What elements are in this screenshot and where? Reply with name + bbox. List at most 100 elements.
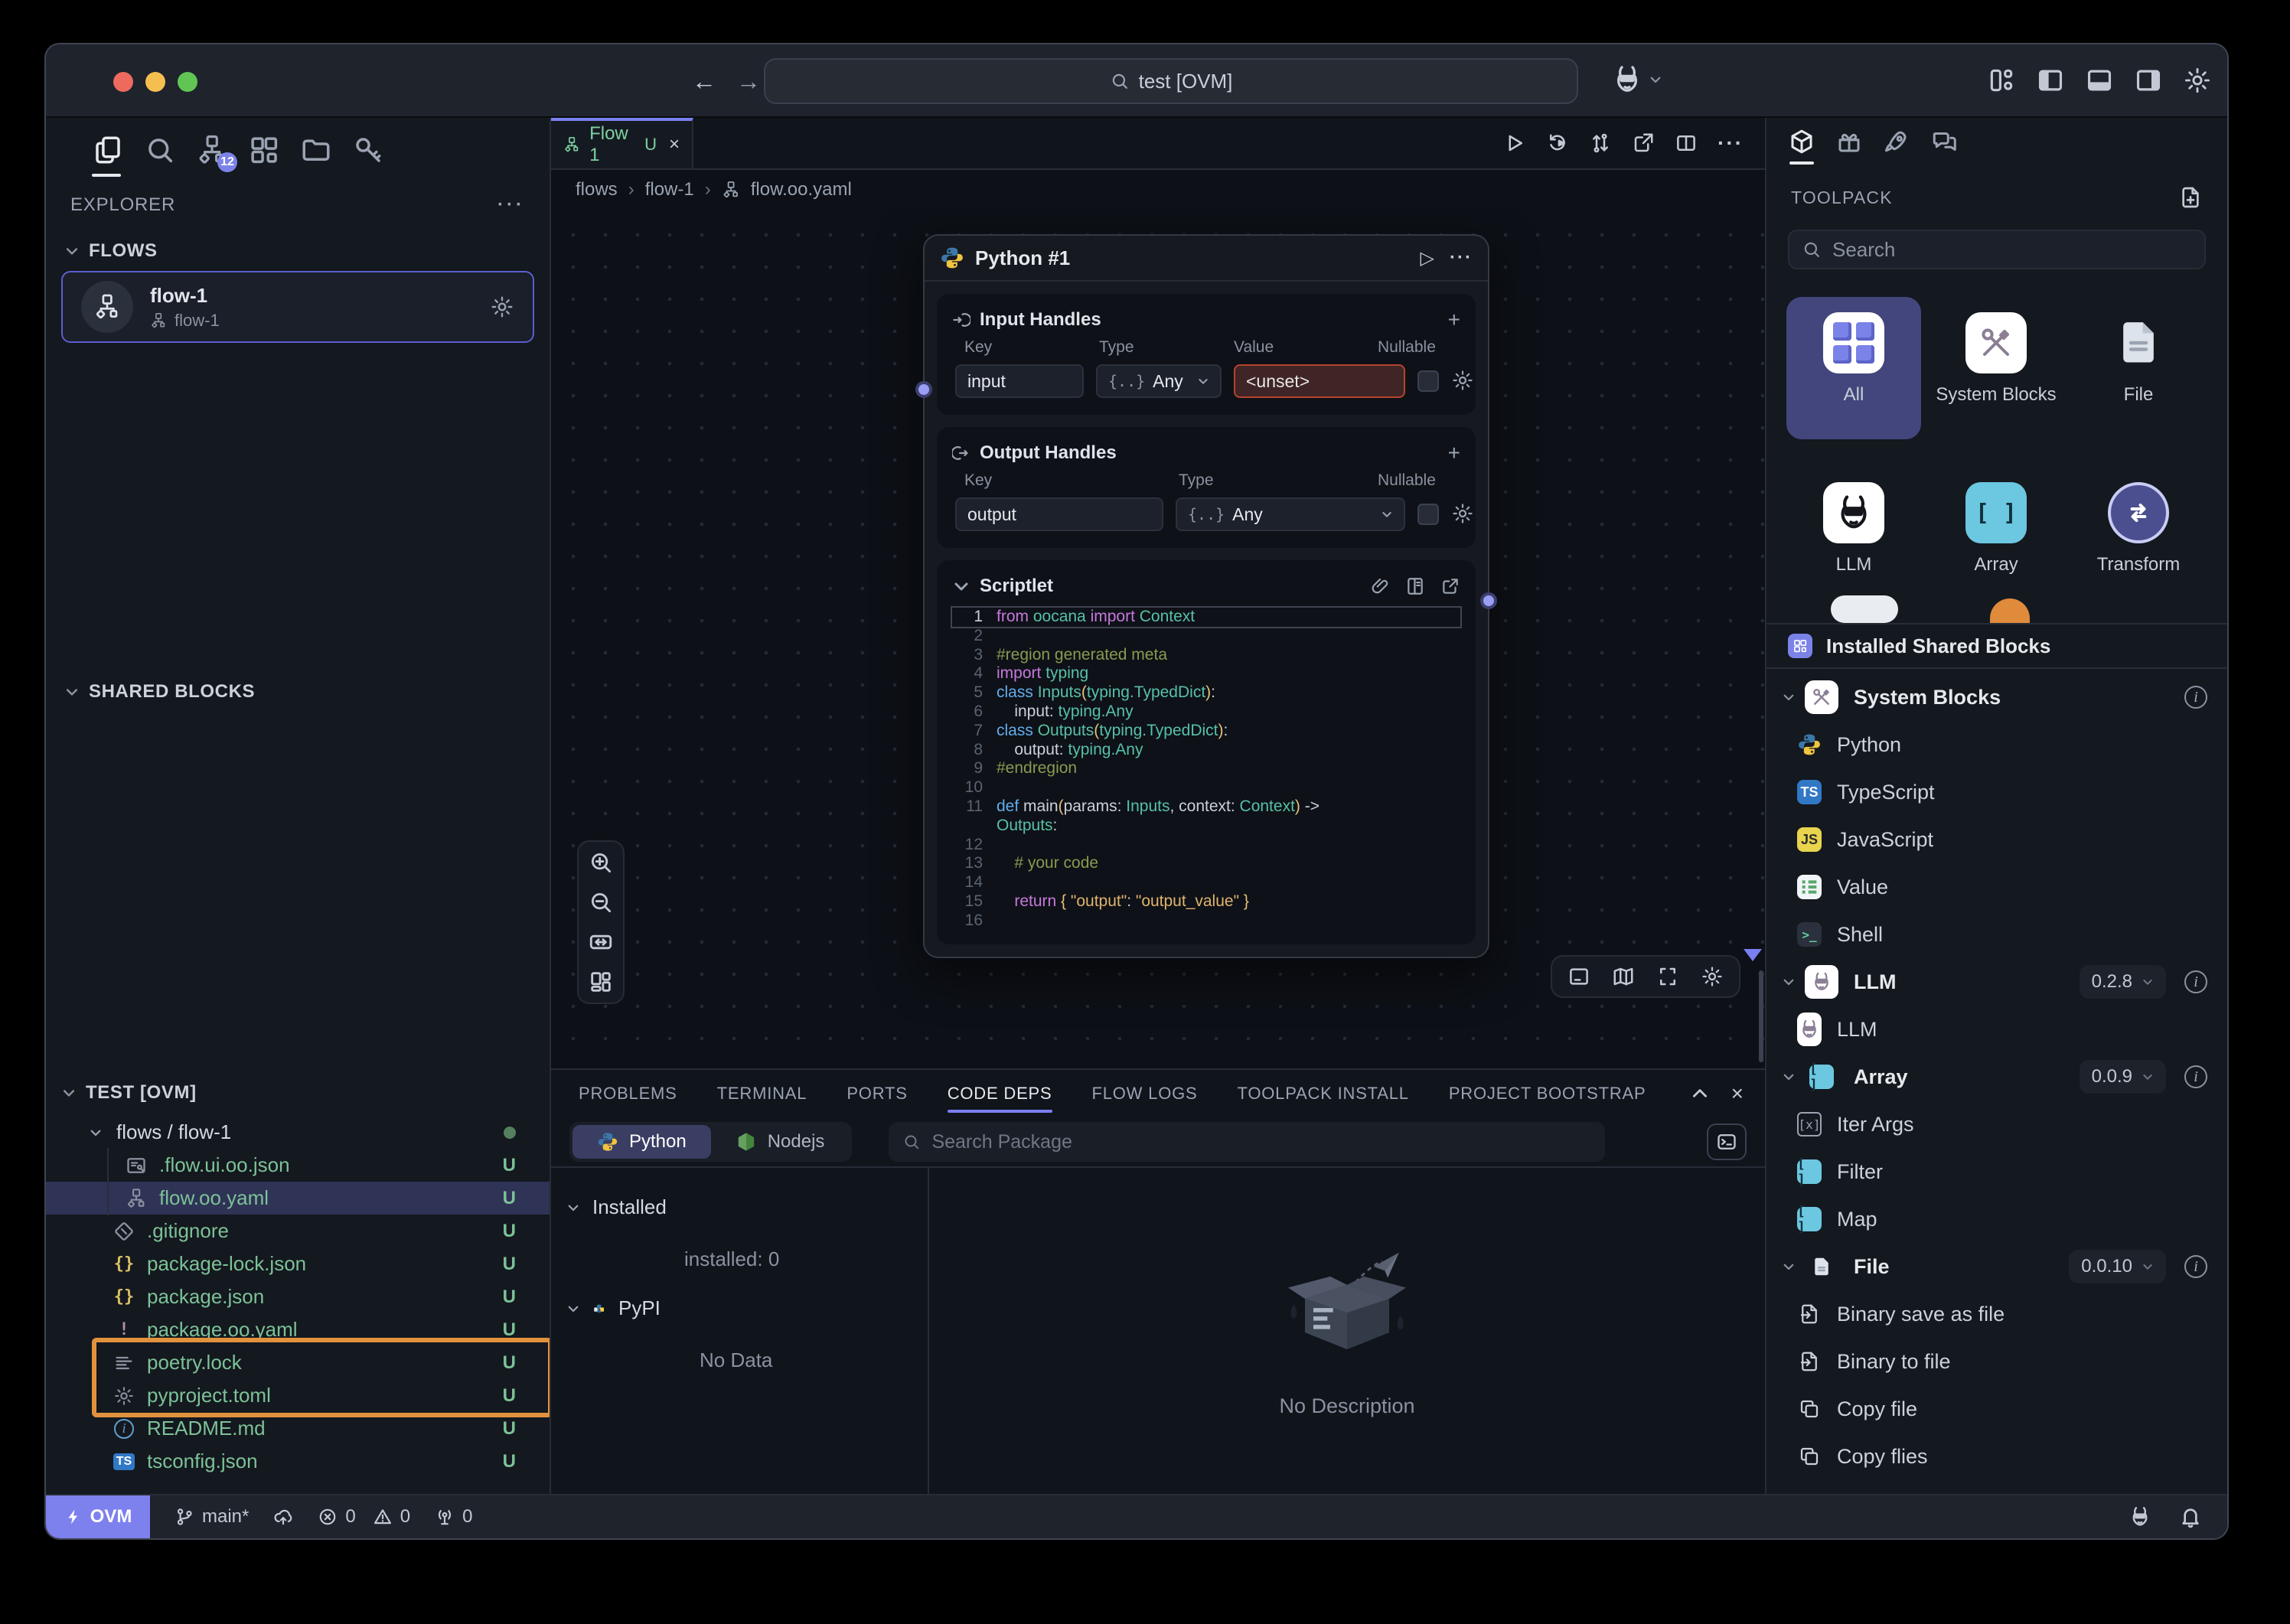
ports-status[interactable]: 0: [435, 1506, 472, 1528]
node-run-icon[interactable]: ▷: [1421, 247, 1434, 269]
fit-view-button[interactable]: [588, 929, 614, 955]
shared-blocks-section-header[interactable]: SHARED BLOCKS: [64, 681, 255, 703]
block-group-system-blocks[interactable]: System Blocksi: [1766, 673, 2227, 721]
toggle-bottom-panel-button[interactable]: [2085, 66, 2114, 95]
minimap-button[interactable]: [1612, 965, 1635, 988]
installed-section-header[interactable]: Installed: [566, 1195, 667, 1219]
minimize-window-button[interactable]: [145, 72, 165, 92]
flow-canvas[interactable]: Python #1 ▷ ··· Input Handles +: [551, 210, 1765, 1068]
problems-status[interactable]: 0 0: [318, 1506, 410, 1528]
input-type-select[interactable]: {..}Any: [1096, 364, 1222, 398]
tab-deploy[interactable]: [1883, 128, 1910, 155]
back-button[interactable]: ←: [687, 64, 721, 98]
input-nullable-checkbox[interactable]: [1417, 370, 1439, 392]
panel-tab-ports[interactable]: PORTS: [847, 1070, 907, 1117]
add-input-handle-button[interactable]: +: [1448, 308, 1460, 332]
breadcrumb-item[interactable]: flow.oo.yaml: [751, 179, 852, 201]
block-item-typescript[interactable]: TSTypeScript: [1766, 768, 2227, 816]
block-group-llm[interactable]: LLM0.2.8i: [1766, 958, 2227, 1006]
canvas-scrollbar[interactable]: [1759, 970, 1763, 1062]
toolpack-search-input[interactable]: Search: [1788, 230, 2206, 269]
node-more-icon[interactable]: ···: [1450, 247, 1473, 269]
close-window-button[interactable]: [113, 72, 133, 92]
maximize-window-button[interactable]: [178, 72, 197, 92]
open-terminal-button[interactable]: [1707, 1123, 1747, 1160]
block-item-binary-to-file[interactable]: Binary to file: [1766, 1338, 2227, 1385]
toolpack-tile-system-blocks[interactable]: System Blocks: [1929, 297, 2063, 406]
forward-button[interactable]: →: [732, 64, 765, 98]
input-key-field[interactable]: [955, 364, 1084, 398]
tree-file[interactable]: poetry.lockU: [46, 1346, 550, 1379]
settings-gear-icon[interactable]: [2183, 66, 2212, 95]
activity-blocks-icon[interactable]: [248, 134, 280, 166]
scriptlet-code-editor[interactable]: 1from oocana import Context23#region gen…: [952, 608, 1460, 931]
block-item-shell[interactable]: >_Shell: [1766, 911, 2227, 958]
breadcrumb-item[interactable]: flow-1: [645, 179, 694, 201]
zoom-out-button[interactable]: [588, 889, 614, 915]
flow-card-gear-icon[interactable]: [490, 295, 514, 319]
pypi-section-header[interactable]: PyPI: [566, 1296, 661, 1320]
panel-tab-toolpack-install[interactable]: TOOLPACK INSTALL: [1238, 1070, 1409, 1117]
info-icon[interactable]: i: [2184, 970, 2207, 993]
block-item-map[interactable]: [ ]Map: [1766, 1195, 2227, 1243]
panel-tab-flow-logs[interactable]: FLOW LOGS: [1092, 1070, 1198, 1117]
info-icon[interactable]: i: [2184, 686, 2207, 709]
export-button[interactable]: [1632, 132, 1655, 155]
output-settings-gear-icon[interactable]: [1451, 502, 1474, 525]
tree-file[interactable]: !package.oo.yamlU: [46, 1313, 550, 1346]
output-handle-port[interactable]: [1480, 592, 1497, 609]
version-select[interactable]: 0.0.10: [2069, 1250, 2166, 1283]
panel-tab-problems[interactable]: PROBLEMS: [579, 1070, 677, 1117]
maximize-panel-icon[interactable]: [1690, 1084, 1710, 1104]
git-branch-status[interactable]: main*: [175, 1506, 249, 1528]
block-item-filter[interactable]: [ ]Filter: [1766, 1148, 2227, 1195]
output-type-select[interactable]: {..}Any: [1176, 497, 1405, 531]
panel-resize-handle[interactable]: [1744, 949, 1762, 961]
panel-tab-code-deps[interactable]: CODE DEPS: [948, 1070, 1052, 1117]
block-item-llm[interactable]: LLM: [1766, 1006, 2227, 1053]
add-output-handle-button[interactable]: +: [1448, 441, 1460, 465]
customize-layout-button[interactable]: [1987, 66, 2016, 95]
tree-file[interactable]: TStsconfig.jsonU: [46, 1445, 550, 1478]
panel-tab-project-bootstrap[interactable]: PROJECT BOOTSTRAP: [1449, 1070, 1646, 1117]
close-panel-icon[interactable]: ×: [1731, 1081, 1744, 1106]
tab-chat[interactable]: [1930, 128, 1958, 155]
tree-file[interactable]: .flow.ui.oo.jsonU: [46, 1149, 550, 1182]
tab-extensions[interactable]: [1835, 128, 1863, 155]
tab-flow-1[interactable]: Flow 1 U ×: [551, 118, 693, 168]
activity-files-icon[interactable]: [92, 134, 124, 166]
split-editor-button[interactable]: [1675, 132, 1698, 155]
block-item-binary-save-as-file[interactable]: Binary save as file: [1766, 1290, 2227, 1338]
editor-more-button[interactable]: ···: [1718, 131, 1744, 155]
block-item-copy-flies[interactable]: Copy flies: [1766, 1433, 2227, 1480]
block-item-python[interactable]: Python: [1766, 721, 2227, 768]
block-item-iter-args[interactable]: [x]Iter Args: [1766, 1101, 2227, 1148]
block-item-copy-file[interactable]: Copy file: [1766, 1385, 2227, 1433]
new-block-button[interactable]: [2178, 185, 2203, 210]
fullscreen-button[interactable]: [1656, 965, 1679, 988]
info-icon[interactable]: i: [2184, 1065, 2207, 1088]
tree-file[interactable]: .gitignoreU: [46, 1215, 550, 1247]
block-item-javascript[interactable]: JSJavaScript: [1766, 816, 2227, 863]
command-center-search[interactable]: test [OVM]: [764, 58, 1578, 104]
node-python-1[interactable]: Python #1 ▷ ··· Input Handles +: [923, 234, 1489, 958]
breadcrumb-item[interactable]: flows: [576, 179, 618, 201]
assistant-rabbit-icon[interactable]: [2128, 1505, 2152, 1529]
notifications-bell-icon[interactable]: [2178, 1505, 2203, 1529]
canvas-settings-gear-icon[interactable]: [1701, 965, 1724, 988]
zoom-in-button[interactable]: [588, 850, 614, 876]
output-nullable-checkbox[interactable]: [1417, 504, 1439, 525]
tree-file[interactable]: flow.oo.yamlU: [46, 1182, 550, 1215]
tree-file[interactable]: {}package-lock.jsonU: [46, 1247, 550, 1280]
explorer-more-button[interactable]: ···: [497, 194, 525, 216]
toolpack-tile-array[interactable]: [ ]Array: [1929, 467, 2063, 576]
run-flow-button[interactable]: [1503, 132, 1526, 155]
flows-section-header[interactable]: FLOWS: [64, 240, 158, 262]
toggle-panel-button[interactable]: [1567, 965, 1590, 988]
block-item-copy-folder[interactable]: Copy folder: [1766, 1480, 2227, 1494]
version-select[interactable]: 0.2.8: [2080, 965, 2166, 999]
input-value-field[interactable]: [1234, 364, 1405, 398]
toggle-right-panel-button[interactable]: [2134, 66, 2163, 95]
rerun-button[interactable]: [1546, 132, 1569, 155]
lang-python[interactable]: Python: [572, 1125, 711, 1159]
